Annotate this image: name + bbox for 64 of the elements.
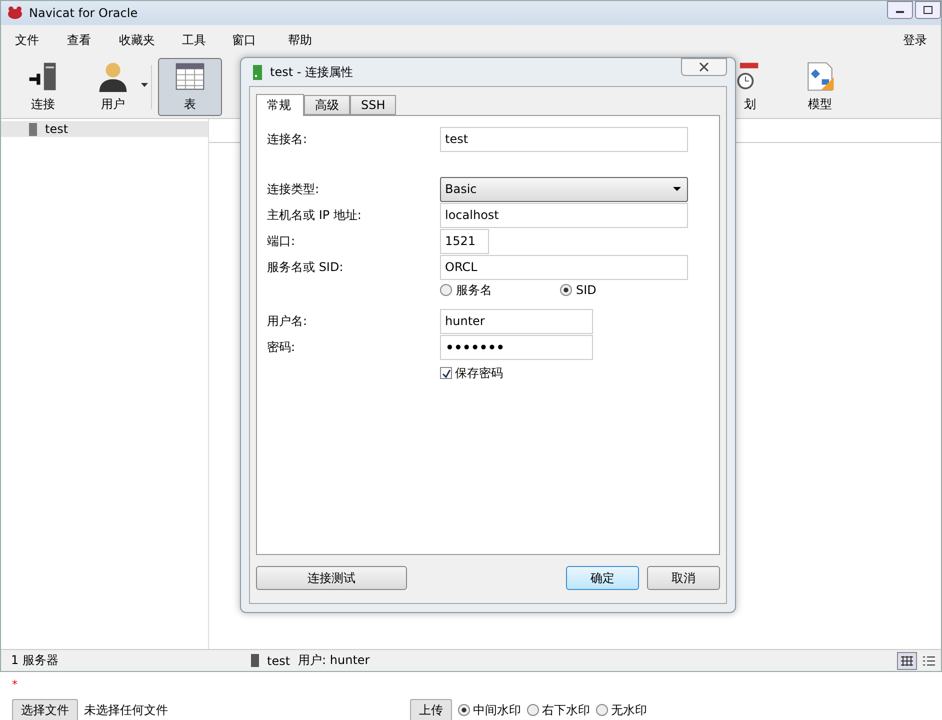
minimize-button[interactable] bbox=[887, 1, 913, 19]
type-dropdown[interactable]: Basic bbox=[440, 176, 688, 202]
field-label: 主机名或 IP 地址: bbox=[267, 206, 362, 224]
list-icon bbox=[923, 656, 935, 666]
window-title: Navicat for Oracle bbox=[29, 6, 138, 20]
menu-item[interactable]: 文件 bbox=[15, 32, 67, 48]
app-logo-icon bbox=[7, 6, 23, 20]
watermark-option[interactable]: 右下水印 bbox=[527, 702, 590, 718]
connection-name: test bbox=[267, 654, 290, 668]
field-label: 连接名: bbox=[267, 130, 308, 148]
watermark-option[interactable]: 中间水印 bbox=[458, 702, 521, 718]
server-count: 1 服务器 bbox=[10, 652, 60, 669]
check-icon bbox=[442, 368, 450, 378]
tab[interactable]: SSH bbox=[350, 95, 396, 115]
field-label: 连接类型: bbox=[267, 180, 320, 198]
close-icon bbox=[699, 62, 709, 72]
password-field[interactable]: ••••••• bbox=[440, 334, 593, 360]
sidebar-item[interactable]: test bbox=[1, 121, 208, 137]
field-label: 密码: bbox=[267, 338, 296, 356]
caret-icon bbox=[141, 82, 148, 86]
tab[interactable]: 高级 bbox=[304, 95, 350, 115]
tab[interactable]: 常规 bbox=[256, 94, 304, 116]
menu-item[interactable]: 帮助 bbox=[288, 32, 338, 48]
input-field[interactable]: ORCL bbox=[440, 254, 688, 280]
user-name: 用户: hunter bbox=[298, 652, 370, 669]
field-label: 端口: bbox=[267, 232, 296, 250]
server-icon bbox=[251, 654, 259, 667]
maximize-button[interactable] bbox=[915, 1, 941, 19]
radio-option[interactable]: SID bbox=[560, 283, 680, 297]
save-password-checkbox[interactable]: 保存密码 bbox=[440, 364, 503, 382]
toolbar-button[interactable]: 用户 bbox=[81, 58, 145, 116]
toolbar-button[interactable]: 划 bbox=[718, 58, 782, 116]
menu-item[interactable]: 工具 bbox=[182, 32, 232, 48]
toolbar-button[interactable]: 连接 bbox=[11, 58, 75, 116]
menu-item[interactable]: 窗口 bbox=[232, 32, 288, 48]
table-icon bbox=[173, 60, 207, 92]
toolbar-button[interactable]: 表 bbox=[158, 58, 222, 116]
watermark-option[interactable]: 无水印 bbox=[596, 702, 647, 718]
close-button[interactable] bbox=[681, 58, 727, 76]
input-field[interactable]: 1521 bbox=[440, 228, 489, 254]
server-icon bbox=[253, 64, 262, 80]
menu-item[interactable]: 查看 bbox=[67, 32, 119, 48]
dialog-button[interactable]: 连接测试 bbox=[256, 566, 407, 590]
choose-file-button[interactable]: 选择文件 bbox=[12, 699, 78, 720]
dialog-button[interactable]: 确定 bbox=[566, 566, 639, 590]
required-mark: * bbox=[12, 678, 18, 691]
input-field[interactable]: test bbox=[440, 126, 688, 152]
field-label: 服务名或 SID: bbox=[267, 258, 344, 276]
dialog-title: test - 连接属性 bbox=[270, 64, 354, 80]
input-field[interactable]: hunter bbox=[440, 308, 593, 334]
file-status: 未选择任何文件 bbox=[84, 702, 168, 718]
upload-button[interactable]: 上传 bbox=[410, 699, 452, 720]
field-label: 用户名: bbox=[267, 312, 308, 330]
login-link[interactable]: 登录 bbox=[903, 32, 927, 48]
grid-view-button[interactable] bbox=[897, 652, 917, 670]
grid-icon bbox=[901, 656, 913, 666]
input-field[interactable]: localhost bbox=[440, 202, 688, 228]
caret-icon bbox=[673, 187, 681, 191]
toolbar-button[interactable]: 模型 bbox=[788, 58, 852, 116]
maximize-icon bbox=[923, 6, 933, 14]
menu-item[interactable]: 收藏夹 bbox=[119, 32, 182, 48]
server-icon bbox=[29, 122, 37, 136]
dialog-button[interactable]: 取消 bbox=[647, 566, 720, 590]
radio-option[interactable]: 服务名 bbox=[440, 282, 560, 298]
